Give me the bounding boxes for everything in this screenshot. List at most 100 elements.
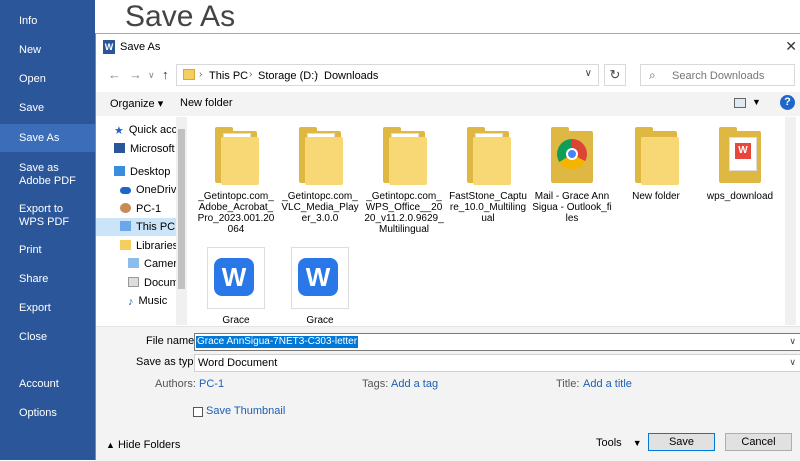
save-button[interactable]: Save <box>648 433 715 451</box>
save-as-type-select[interactable]: Word Document ∨ <box>194 354 800 372</box>
star-icon: ★ <box>114 125 124 137</box>
folder-icon <box>128 258 139 268</box>
nav-item-quick-access[interactable]: ★ Quick access <box>96 121 176 139</box>
help-icon[interactable]: ? <box>780 95 795 110</box>
backstage-share[interactable]: Share <box>0 273 95 286</box>
tools-button[interactable]: Tools ▼ <box>596 437 642 449</box>
file-label: _Getintopc.com_VLC_Media_Player_3.0.0 <box>281 191 359 224</box>
backstage-new[interactable]: New <box>0 44 95 57</box>
new-folder-button[interactable]: New folder <box>180 97 233 109</box>
scroll-thumb[interactable] <box>178 129 185 289</box>
hide-folders-button[interactable]: ▲ Hide Folders <box>106 439 180 451</box>
chevron-up-icon: ▲ <box>106 440 115 450</box>
hide-folders-label: Hide Folders <box>117 439 181 451</box>
folder-item[interactable]: New folder <box>616 117 696 202</box>
document-item[interactable]: W Grace <box>196 247 276 325</box>
folder-icon <box>295 127 345 185</box>
navigation-bar: ← → ∨ ↑ › This PC › Storage (D:) › Downl… <box>96 62 800 90</box>
authors-value[interactable]: PC-1 <box>199 378 224 390</box>
backstage-export[interactable]: Export <box>0 302 95 315</box>
folder-item[interactable]: _Getintopc.com_Adobe_Acrobat_Pro_2023.00… <box>196 117 276 235</box>
authors-label: Authors: <box>155 378 196 390</box>
search-input[interactable]: ⌕ Search Downloads <box>640 64 795 86</box>
folder-item[interactable]: _Getintopc.com_WPS_Office__2020_v11.2.0.… <box>364 117 444 235</box>
cancel-button[interactable]: Cancel <box>725 433 792 451</box>
breadcrumb-this-pc[interactable]: This PC <box>209 70 248 82</box>
dialog-titlebar: W Save As ✕ <box>96 34 800 60</box>
close-icon[interactable]: ✕ <box>785 38 797 55</box>
computer-icon <box>120 221 131 231</box>
file-label: Grace <box>222 315 250 325</box>
file-name-label: File name: <box>146 335 198 347</box>
chevron-down-icon[interactable]: ∨ <box>789 336 796 347</box>
file-list-scrollbar[interactable] <box>785 117 796 325</box>
nav-label: Quick access <box>128 124 176 136</box>
backstage-save[interactable]: Save <box>0 102 95 115</box>
nav-item-this-pc[interactable]: This PC <box>96 218 176 236</box>
tags-value[interactable]: Add a tag <box>391 378 438 390</box>
backstage-save-adobe-pdf[interactable]: Save as Adobe PDF <box>0 162 85 188</box>
file-label: Grace <box>306 315 334 325</box>
backstage-options[interactable]: Options <box>0 407 95 420</box>
nav-scrollbar[interactable] <box>176 117 187 325</box>
backstage-open[interactable]: Open <box>0 73 95 86</box>
chevron-down-icon: ▼ <box>632 438 642 448</box>
chevron-right-icon: › <box>315 69 319 80</box>
backstage-account[interactable]: Account <box>0 378 95 391</box>
nav-label: Music <box>138 295 168 307</box>
organize-button[interactable]: Organize ▾ <box>110 97 163 110</box>
title-value[interactable]: Add a title <box>583 378 632 390</box>
nav-item-camera-roll[interactable]: Camera Roll <box>96 255 176 273</box>
backstage-save-as[interactable]: Save As <box>0 124 95 152</box>
file-name-value: Grace AnnSigua-7NET3-C303-letter <box>196 336 359 348</box>
nav-item-desktop[interactable]: Desktop <box>96 163 176 181</box>
user-icon <box>120 203 131 213</box>
file-list: _Getintopc.com_Adobe_Acrobat_Pro_2023.00… <box>196 117 800 325</box>
backstage-print[interactable]: Print <box>0 244 95 257</box>
save-as-dialog: W Save As ✕ ← → ∨ ↑ › This PC › Storage … <box>95 33 800 461</box>
folder-item[interactable]: _Getintopc.com_VLC_Media_Player_3.0.0 <box>280 117 360 224</box>
file-name-field[interactable]: Grace AnnSigua-7NET3-C303-letter ∨ <box>194 333 800 351</box>
document-item[interactable]: W Grace <box>280 247 360 325</box>
chevron-down-icon[interactable]: ∨ <box>789 357 796 368</box>
backstage-export-wps-pdf[interactable]: Export to WPS PDF <box>0 203 85 229</box>
chevron-down-icon[interactable]: ▼ <box>752 97 761 107</box>
breadcrumb-downloads[interactable]: Downloads <box>324 70 378 82</box>
chrome-folder-icon <box>547 127 597 185</box>
nav-item-libraries[interactable]: Libraries <box>96 237 176 255</box>
nav-item-documents[interactable]: Documents <box>96 274 176 292</box>
save-thumbnail-checkbox[interactable] <box>193 407 203 417</box>
search-icon: ⌕ <box>649 68 656 82</box>
nav-item-onedrive[interactable]: OneDrive <box>96 181 176 199</box>
navigation-pane: ★ Quick access Microsoft Word Desktop One… <box>96 117 187 325</box>
chevron-right-icon: › <box>249 69 253 80</box>
up-arrow-icon[interactable]: ↑ <box>162 67 169 82</box>
tools-label: Tools <box>596 437 622 449</box>
file-label: _Getintopc.com_WPS_Office__2020_v11.2.0.… <box>364 191 444 235</box>
desktop-icon <box>114 166 125 176</box>
recent-locations-icon[interactable]: ∨ <box>148 70 155 81</box>
nav-item-microsoft-word[interactable]: Microsoft Word <box>96 140 176 158</box>
folder-item[interactable]: FastStone_Capture_10.0_Multilingual <box>448 117 528 224</box>
cloud-icon <box>120 187 131 194</box>
file-label: _Getintopc.com_Adobe_Acrobat_Pro_2023.00… <box>197 191 275 235</box>
change-view-icon[interactable] <box>734 98 746 108</box>
breadcrumb-storage-d[interactable]: Storage (D:) <box>258 70 318 82</box>
folder-item[interactable]: W wps_download <box>700 117 780 202</box>
backstage-info[interactable]: Info <box>0 15 95 28</box>
nav-item-pc-1[interactable]: PC-1 <box>96 200 176 218</box>
save-as-type-value: Word Document <box>198 357 278 369</box>
back-arrow-icon[interactable]: ← <box>108 67 121 82</box>
nav-label: OneDrive <box>136 184 176 196</box>
save-thumbnail-label[interactable]: Save Thumbnail <box>206 405 285 417</box>
backstage-close[interactable]: Close <box>0 331 95 344</box>
folder-item[interactable]: Mail - Grace Ann Sigua - Outlook_files <box>532 117 612 224</box>
chevron-down-icon[interactable]: ∨ <box>585 68 592 79</box>
folder-icon <box>183 69 195 80</box>
folder-icon <box>211 127 261 185</box>
refresh-icon[interactable]: ↻ <box>604 64 626 86</box>
forward-arrow-icon[interactable]: → <box>129 67 142 82</box>
folder-icon <box>128 277 139 287</box>
nav-item-music[interactable]: ♪ Music <box>96 292 176 310</box>
address-bar[interactable]: › This PC › Storage (D:) › Downloads ∨ <box>176 64 599 86</box>
